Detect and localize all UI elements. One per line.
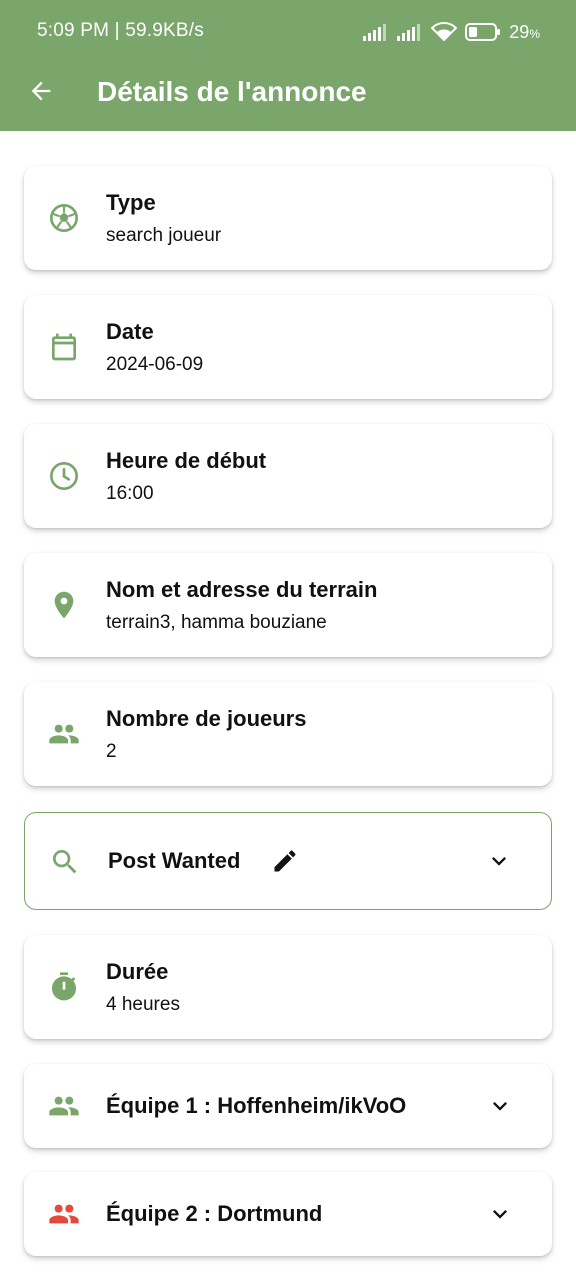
start-time-card: Heure de début 16:00 (24, 424, 552, 528)
field-value: terrain3, hamma bouziane (106, 612, 327, 633)
team2-label: Équipe 2 : Dortmund (106, 1201, 323, 1226)
type-card: Type search joueur (24, 166, 552, 270)
team2-card[interactable]: Équipe 2 : Dortmund (24, 1172, 552, 1256)
people-icon (48, 1198, 80, 1230)
chevron-down-icon[interactable] (486, 1200, 514, 1228)
location-pin-icon (48, 589, 80, 621)
team1-label: Équipe 1 : Hoffenheim/ikVoO (106, 1093, 407, 1118)
page-title: Détails de l'annonce (97, 76, 367, 107)
title-bar: Détails de l'annonce (0, 64, 576, 131)
chevron-down-icon[interactable] (486, 1092, 514, 1120)
date-label: Date (106, 319, 154, 344)
stopwatch-icon (48, 971, 80, 1003)
field-label: Nom et adresse du terrain (106, 577, 378, 602)
date-card: Date 2024-06-09 (24, 295, 552, 399)
type-label: Type (106, 190, 156, 215)
wifi-icon (431, 22, 458, 42)
battery-icon (465, 23, 501, 41)
type-value: search joueur (106, 225, 222, 246)
battery-level: 29% (509, 21, 540, 42)
people-icon (48, 718, 80, 750)
players-card: Nombre de joueurs 2 (24, 682, 552, 786)
date-value: 2024-06-09 (106, 354, 204, 375)
post-wanted-label: Post Wanted (108, 848, 241, 873)
app-bar: 5:09 PM | 59.9KB/s 29% Détails de l'anno… (0, 0, 576, 131)
clock-icon (48, 460, 80, 492)
players-value: 2 (106, 741, 117, 762)
status-bar: 5:09 PM | 59.9KB/s 29% (0, 0, 576, 64)
back-button[interactable] (22, 74, 60, 112)
status-time-speed: 5:09 PM | 59.9KB/s (37, 20, 204, 41)
edit-pencil-icon[interactable] (271, 847, 299, 875)
soccer-ball-icon (48, 202, 80, 234)
signal-icon (397, 23, 423, 41)
search-icon (49, 846, 81, 878)
players-label: Nombre de joueurs (106, 706, 307, 731)
field-card: Nom et adresse du terrain terrain3, hamm… (24, 553, 552, 657)
signal-icon (363, 23, 389, 41)
start-time-value: 16:00 (106, 483, 154, 504)
people-icon (48, 1090, 80, 1122)
calendar-icon (48, 331, 80, 363)
team1-card[interactable]: Équipe 1 : Hoffenheim/ikVoO (24, 1064, 552, 1148)
duration-label: Durée (106, 959, 169, 984)
duration-card: Durée 4 heures (24, 935, 552, 1039)
status-icons: 29% (363, 19, 540, 45)
post-wanted-card[interactable]: Post Wanted (24, 812, 552, 910)
duration-value: 4 heures (106, 994, 180, 1015)
chevron-down-icon[interactable] (485, 847, 513, 875)
start-time-label: Heure de début (106, 448, 267, 473)
arrow-left-icon (27, 77, 55, 110)
